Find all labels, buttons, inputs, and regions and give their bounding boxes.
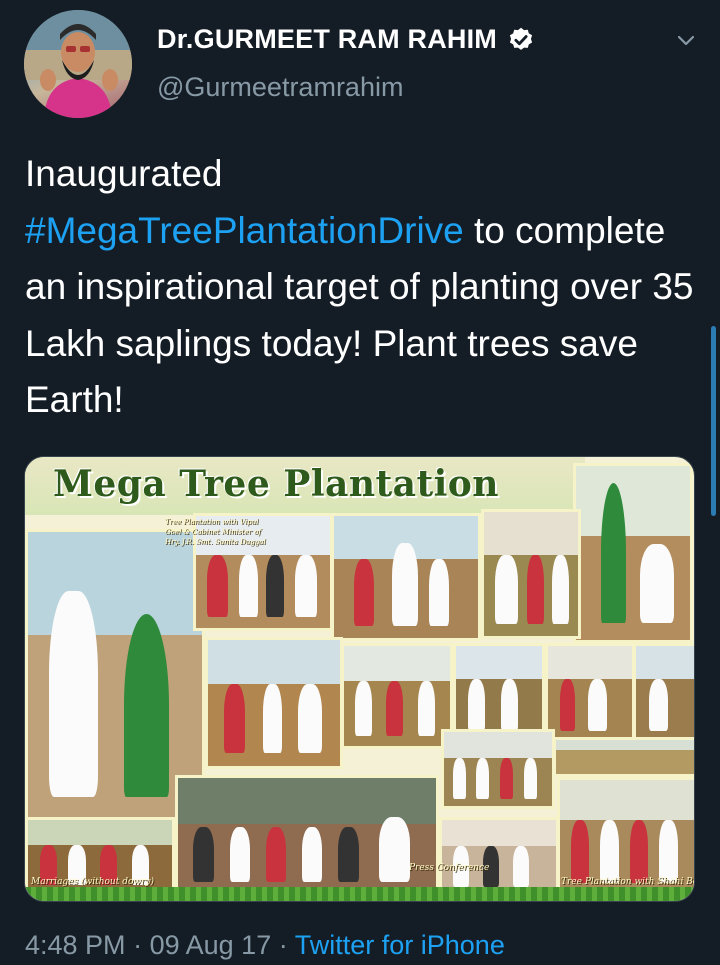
- tweet-time[interactable]: 4:48 PM: [25, 930, 126, 960]
- meta-separator: ·: [278, 930, 288, 960]
- photo-mid-6: [441, 729, 555, 809]
- tweet-source-link[interactable]: Twitter for iPhone: [295, 930, 505, 960]
- photo-mid-5: [633, 643, 694, 743]
- tweet-detail: Dr.GURMEET RAM RAHIM @Gurmeetramrahim In…: [0, 0, 720, 965]
- photo-mid-1: [205, 637, 343, 769]
- meta-separator: ·: [133, 930, 143, 960]
- caption-marriages: Marriages (without dowry): [31, 877, 154, 887]
- scrollbar-thumb[interactable]: [711, 326, 716, 516]
- media-title: Mega Tree Plantation: [53, 463, 499, 505]
- author-name-row[interactable]: Dr.GURMEET RAM RAHIM: [157, 24, 535, 55]
- tweet-media-image[interactable]: Mega Tree Plantation Tree Plantation wit…: [24, 456, 695, 902]
- caption-top: Tree Plantation with Vipul Goel & Cabine…: [165, 518, 266, 546]
- chevron-down-icon[interactable]: [674, 28, 698, 52]
- tweet-text: Inaugurated #MegaTreePlantationDrive to c…: [25, 146, 695, 429]
- verified-badge-icon: [509, 27, 533, 50]
- tweet-text-intro: Inaugurated: [25, 153, 223, 194]
- photo-mid-3: [453, 643, 545, 743]
- user-handle[interactable]: @Gurmeetramrahim: [157, 72, 403, 103]
- photo-top-2: [331, 513, 481, 641]
- photo-top-3: [481, 509, 581, 639]
- photo-mid-7: [553, 737, 694, 777]
- photo-bottom-conference: [439, 817, 559, 897]
- caption-press: Press Conference: [409, 863, 490, 873]
- tweet-date[interactable]: 09 Aug 17: [150, 930, 272, 960]
- display-name[interactable]: Dr.GURMEET RAM RAHIM: [157, 24, 497, 55]
- photo-right-sapling: [573, 463, 693, 643]
- avatar[interactable]: [24, 10, 132, 118]
- media-grass-border: [25, 887, 694, 901]
- photo-bottom-press: [175, 775, 439, 897]
- hashtag-link[interactable]: #MegaTreePlantationDrive: [25, 210, 464, 251]
- photo-mid-4: [545, 643, 635, 743]
- tweet-meta: 4:48 PM · 09 Aug 17 · Twitter for iPhone: [25, 930, 505, 961]
- caption-shahi: Tree Plantation with Shahi Beti yaan: [561, 877, 694, 887]
- photo-mid-2: [341, 643, 453, 749]
- avatar-portrait: [24, 10, 132, 118]
